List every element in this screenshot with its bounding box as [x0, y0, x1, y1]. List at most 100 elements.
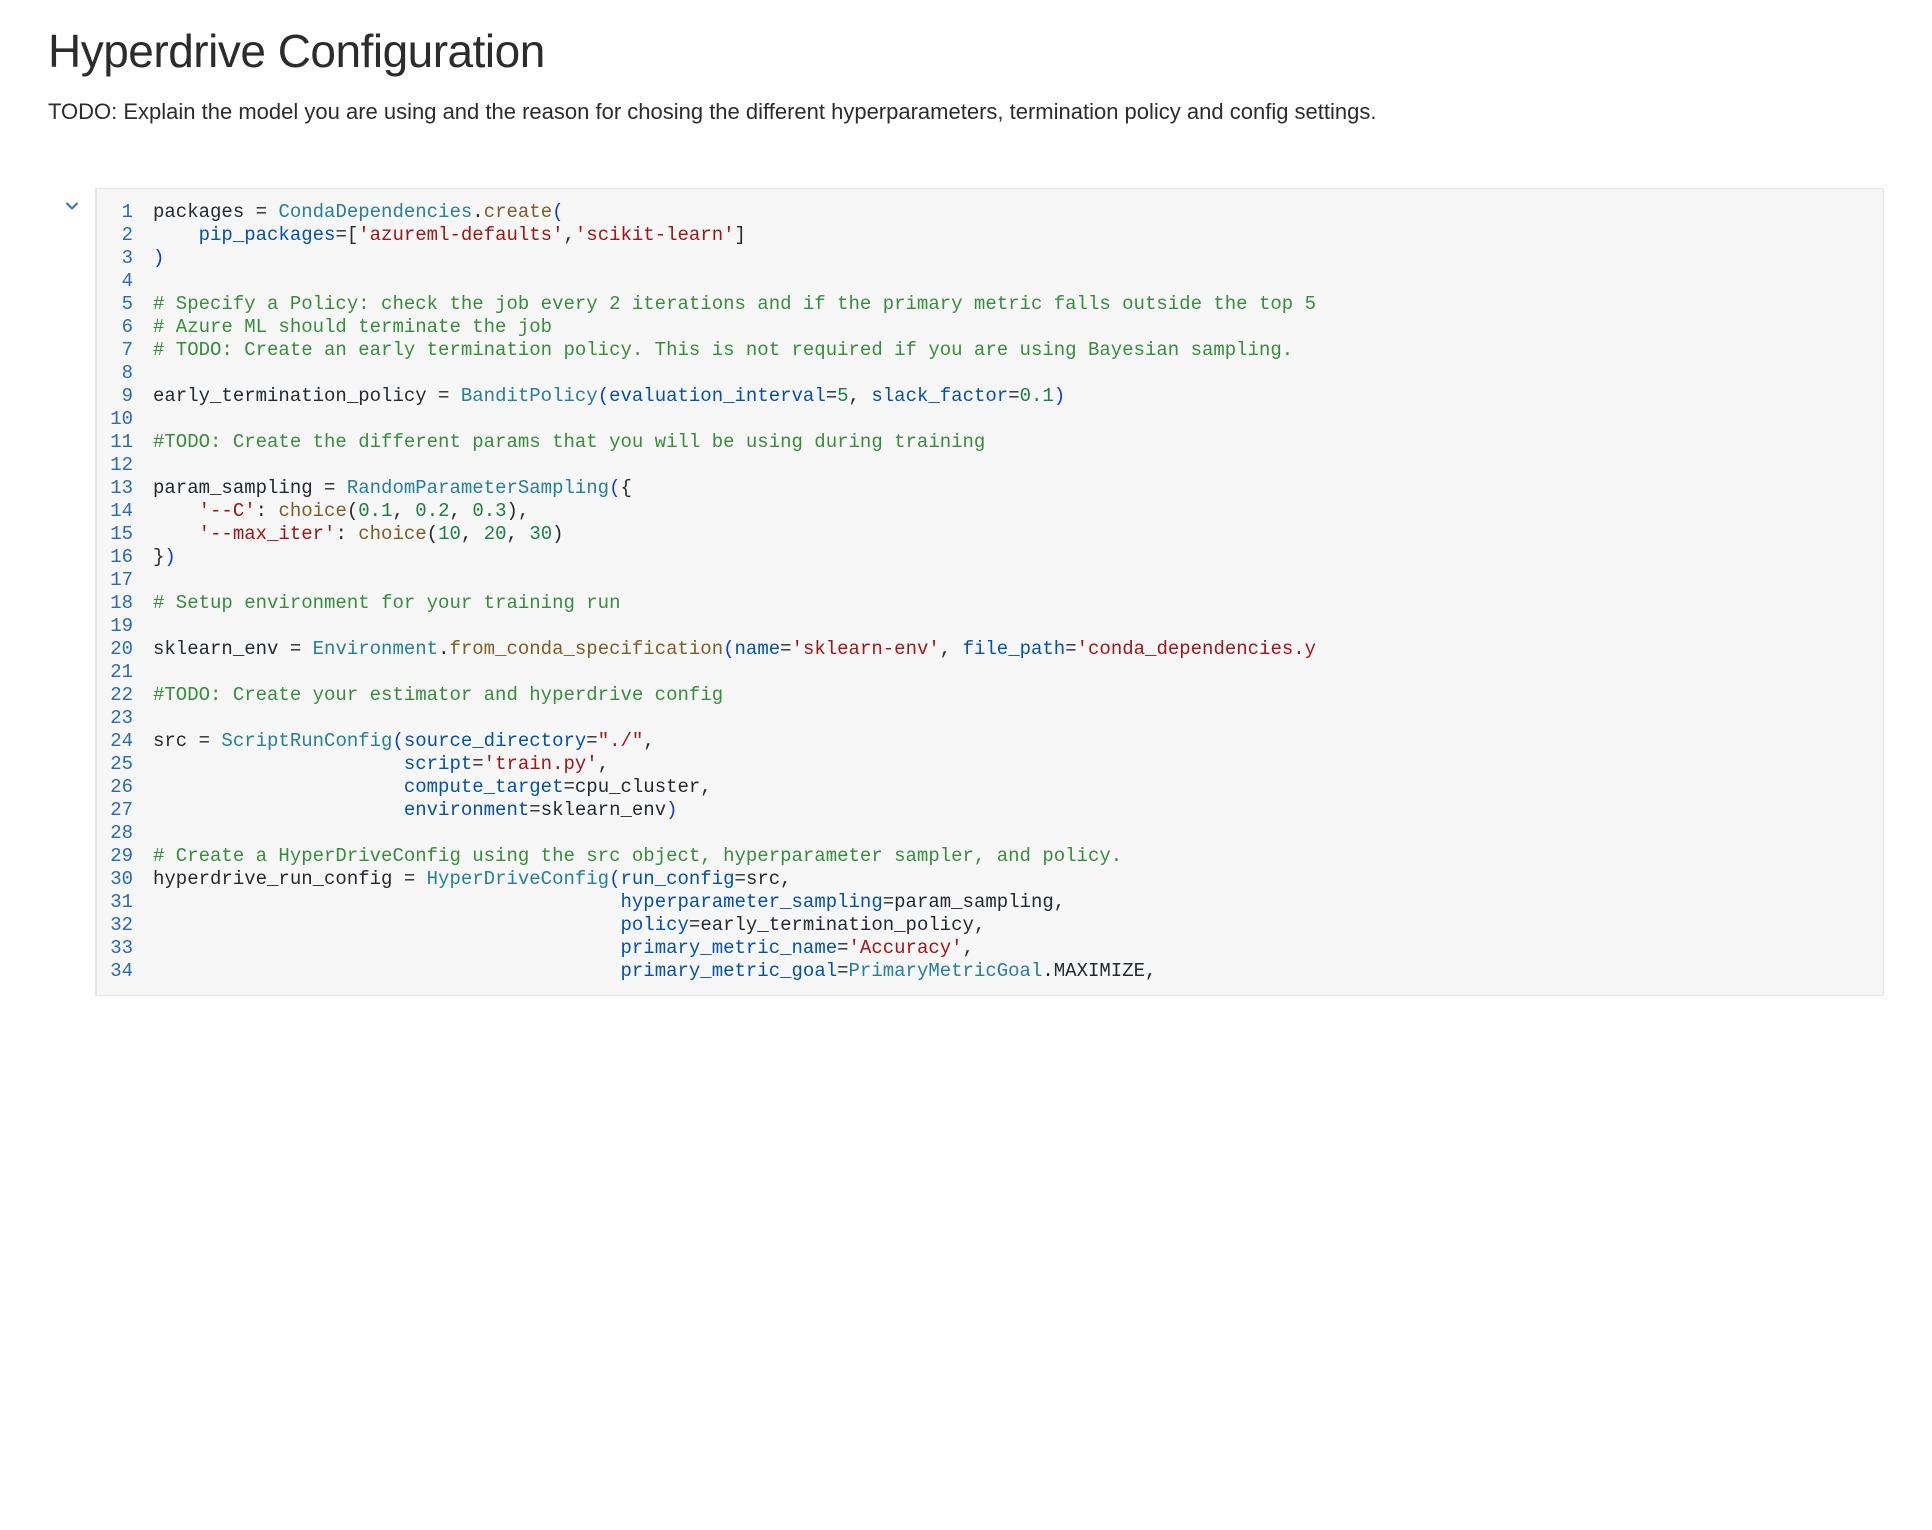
line-number: 1	[97, 201, 153, 224]
code-line[interactable]: 9early_termination_policy = BanditPolicy…	[97, 385, 1883, 408]
line-number: 22	[97, 684, 153, 707]
code-line[interactable]: 26 compute_target=cpu_cluster,	[97, 776, 1883, 799]
code-content[interactable]: primary_metric_goal=PrimaryMetricGoal.MA…	[153, 960, 1156, 983]
code-line[interactable]: 16})	[97, 546, 1883, 569]
code-line[interactable]: 10	[97, 408, 1883, 431]
code-line[interactable]: 18# Setup environment for your training …	[97, 592, 1883, 615]
code-editor[interactable]: 1packages = CondaDependencies.create(2 p…	[96, 188, 1884, 996]
cell-gutter	[48, 188, 96, 996]
code-line[interactable]: 28	[97, 822, 1883, 845]
line-number: 30	[97, 868, 153, 891]
line-number: 6	[97, 316, 153, 339]
code-content[interactable]: sklearn_env = Environment.from_conda_spe…	[153, 638, 1316, 661]
code-line[interactable]: 4	[97, 270, 1883, 293]
code-line[interactable]: 31 hyperparameter_sampling=param_samplin…	[97, 891, 1883, 914]
line-number: 21	[97, 661, 153, 684]
code-cell: 1packages = CondaDependencies.create(2 p…	[48, 188, 1884, 996]
line-number: 11	[97, 431, 153, 454]
code-line[interactable]: 19	[97, 615, 1883, 638]
line-number: 23	[97, 707, 153, 730]
line-number: 25	[97, 753, 153, 776]
code-content[interactable]: '--max_iter': choice(10, 20, 30)	[153, 523, 564, 546]
line-number: 10	[97, 408, 153, 431]
code-content[interactable]: # Create a HyperDriveConfig using the sr…	[153, 845, 1122, 868]
code-content[interactable]: # TODO: Create an early termination poli…	[153, 339, 1293, 362]
code-content[interactable]: pip_packages=['azureml-defaults','scikit…	[153, 224, 746, 247]
line-number: 2	[97, 224, 153, 247]
line-number: 33	[97, 937, 153, 960]
code-content[interactable]: # Setup environment for your training ru…	[153, 592, 620, 615]
notebook-page: Hyperdrive Configuration TODO: Explain t…	[0, 0, 1932, 996]
code-line[interactable]: 6# Azure ML should terminate the job	[97, 316, 1883, 339]
markdown-cell: Hyperdrive Configuration TODO: Explain t…	[48, 24, 1884, 128]
code-line[interactable]: 8	[97, 362, 1883, 385]
markdown-heading: Hyperdrive Configuration	[48, 24, 1884, 78]
line-number: 32	[97, 914, 153, 937]
code-line[interactable]: 30hyperdrive_run_config = HyperDriveConf…	[97, 868, 1883, 891]
line-number: 8	[97, 362, 153, 385]
line-number: 20	[97, 638, 153, 661]
code-line[interactable]: 13param_sampling = RandomParameterSampli…	[97, 477, 1883, 500]
code-content[interactable]: early_termination_policy = BanditPolicy(…	[153, 385, 1065, 408]
code-content[interactable]: # Azure ML should terminate the job	[153, 316, 552, 339]
code-line[interactable]: 20sklearn_env = Environment.from_conda_s…	[97, 638, 1883, 661]
code-line[interactable]: 33 primary_metric_name='Accuracy',	[97, 937, 1883, 960]
line-number: 16	[97, 546, 153, 569]
line-number: 29	[97, 845, 153, 868]
line-number: 12	[97, 454, 153, 477]
line-number: 18	[97, 592, 153, 615]
line-number: 17	[97, 569, 153, 592]
code-line[interactable]: 23	[97, 707, 1883, 730]
line-number: 19	[97, 615, 153, 638]
code-line[interactable]: 21	[97, 661, 1883, 684]
line-number: 3	[97, 247, 153, 270]
code-line[interactable]: 3)	[97, 247, 1883, 270]
code-line[interactable]: 14 '--C': choice(0.1, 0.2, 0.3),	[97, 500, 1883, 523]
line-number: 26	[97, 776, 153, 799]
code-line[interactable]: 29# Create a HyperDriveConfig using the …	[97, 845, 1883, 868]
code-content[interactable]: })	[153, 546, 176, 569]
code-content[interactable]: hyperparameter_sampling=param_sampling,	[153, 891, 1065, 914]
code-content[interactable]: primary_metric_name='Accuracy',	[153, 937, 974, 960]
markdown-body: TODO: Explain the model you are using an…	[48, 96, 1884, 128]
code-content[interactable]: #TODO: Create your estimator and hyperdr…	[153, 684, 723, 707]
line-number: 31	[97, 891, 153, 914]
line-number: 24	[97, 730, 153, 753]
code-content[interactable]: hyperdrive_run_config = HyperDriveConfig…	[153, 868, 792, 891]
line-number: 27	[97, 799, 153, 822]
line-number: 7	[97, 339, 153, 362]
line-number: 34	[97, 960, 153, 983]
code-line[interactable]: 25 script='train.py',	[97, 753, 1883, 776]
code-line[interactable]: 2 pip_packages=['azureml-defaults','scik…	[97, 224, 1883, 247]
code-line[interactable]: 17	[97, 569, 1883, 592]
code-line[interactable]: 15 '--max_iter': choice(10, 20, 30)	[97, 523, 1883, 546]
line-number: 13	[97, 477, 153, 500]
code-line[interactable]: 5# Specify a Policy: check the job every…	[97, 293, 1883, 316]
code-line[interactable]: 7# TODO: Create an early termination pol…	[97, 339, 1883, 362]
line-number: 15	[97, 523, 153, 546]
line-number: 5	[97, 293, 153, 316]
code-content[interactable]: src = ScriptRunConfig(source_directory="…	[153, 730, 655, 753]
chevron-down-icon[interactable]	[62, 196, 82, 996]
code-line[interactable]: 34 primary_metric_goal=PrimaryMetricGoal…	[97, 960, 1883, 983]
code-line[interactable]: 27 environment=sklearn_env)	[97, 799, 1883, 822]
line-number: 14	[97, 500, 153, 523]
code-line[interactable]: 24src = ScriptRunConfig(source_directory…	[97, 730, 1883, 753]
code-content[interactable]: compute_target=cpu_cluster,	[153, 776, 712, 799]
code-content[interactable]: '--C': choice(0.1, 0.2, 0.3),	[153, 500, 529, 523]
code-content[interactable]: environment=sklearn_env)	[153, 799, 678, 822]
code-content[interactable]: param_sampling = RandomParameterSampling…	[153, 477, 632, 500]
code-content[interactable]: script='train.py',	[153, 753, 609, 776]
code-content[interactable]: packages = CondaDependencies.create(	[153, 201, 564, 224]
code-content[interactable]: #TODO: Create the different params that …	[153, 431, 985, 454]
code-line[interactable]: 1packages = CondaDependencies.create(	[97, 201, 1883, 224]
code-line[interactable]: 11#TODO: Create the different params tha…	[97, 431, 1883, 454]
code-content[interactable]: policy=early_termination_policy,	[153, 914, 985, 937]
code-line[interactable]: 12	[97, 454, 1883, 477]
line-number: 4	[97, 270, 153, 293]
code-line[interactable]: 22#TODO: Create your estimator and hyper…	[97, 684, 1883, 707]
code-line[interactable]: 32 policy=early_termination_policy,	[97, 914, 1883, 937]
line-number: 28	[97, 822, 153, 845]
code-content[interactable]: # Specify a Policy: check the job every …	[153, 293, 1316, 316]
code-content[interactable]: )	[153, 247, 164, 270]
